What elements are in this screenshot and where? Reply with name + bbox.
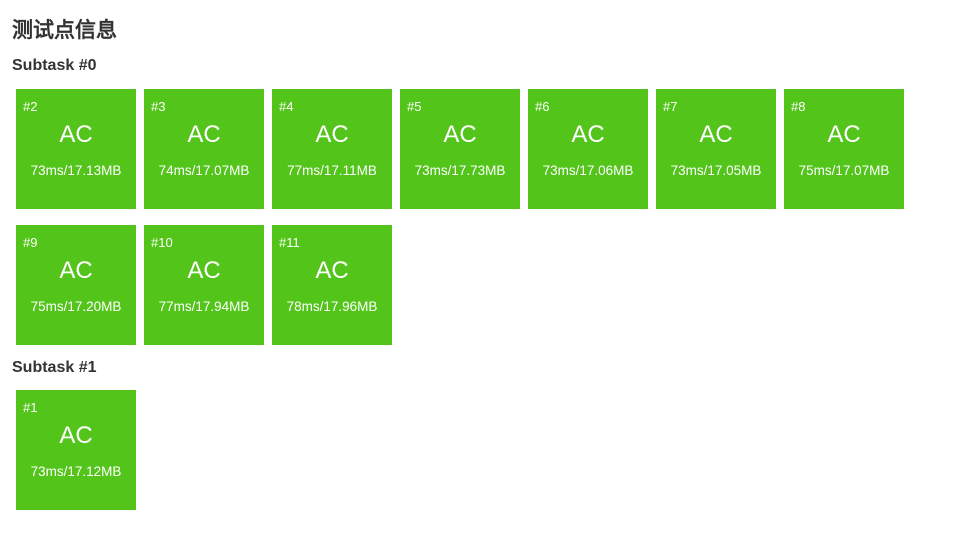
test-case-status: AC bbox=[59, 121, 93, 148]
test-case-id: #2 bbox=[23, 99, 38, 114]
test-case-stats: 75ms/17.20MB bbox=[30, 299, 122, 314]
test-case-tile[interactable]: #6 AC 73ms/17.06MB bbox=[528, 89, 648, 209]
test-case-stats: 73ms/17.13MB bbox=[30, 163, 122, 178]
test-case-status: AC bbox=[59, 422, 93, 449]
test-case-stats: 74ms/17.07MB bbox=[158, 163, 250, 178]
test-case-status: AC bbox=[187, 257, 221, 284]
test-case-status: AC bbox=[187, 121, 221, 148]
test-case-tile[interactable]: #7 AC 73ms/17.05MB bbox=[656, 89, 776, 209]
subtask-0-heading: Subtask #0 bbox=[12, 57, 97, 74]
subtask-1-heading: Subtask #1 bbox=[12, 359, 97, 376]
test-case-stats: 77ms/17.94MB bbox=[158, 299, 250, 314]
test-case-id: #7 bbox=[663, 99, 678, 114]
test-case-id: #4 bbox=[279, 99, 294, 114]
test-case-tile[interactable]: #1 AC 73ms/17.12MB bbox=[16, 390, 136, 510]
test-case-stats: 73ms/17.05MB bbox=[670, 163, 762, 178]
test-case-stats: 73ms/17.12MB bbox=[30, 464, 122, 479]
test-case-id: #5 bbox=[407, 99, 422, 114]
test-case-id: #10 bbox=[151, 235, 173, 250]
test-case-status: AC bbox=[827, 121, 861, 148]
test-case-stats: 78ms/17.96MB bbox=[286, 299, 378, 314]
test-case-id: #8 bbox=[791, 99, 806, 114]
test-case-id: #3 bbox=[151, 99, 166, 114]
test-case-stats: 73ms/17.73MB bbox=[414, 163, 506, 178]
test-case-status: AC bbox=[315, 121, 349, 148]
test-case-stats: 73ms/17.06MB bbox=[542, 163, 634, 178]
page-title: 测试点信息 bbox=[12, 19, 117, 42]
test-case-id: #11 bbox=[279, 235, 300, 250]
test-case-tile[interactable]: #4 AC 77ms/17.11MB bbox=[272, 89, 392, 209]
test-case-status: AC bbox=[571, 121, 605, 148]
test-case-tile[interactable]: #11 AC 78ms/17.96MB bbox=[272, 225, 392, 345]
test-case-tile[interactable]: #3 AC 74ms/17.07MB bbox=[144, 89, 264, 209]
test-case-id: #9 bbox=[23, 235, 38, 250]
test-case-id: #1 bbox=[23, 400, 38, 415]
test-case-tile[interactable]: #2 AC 73ms/17.13MB bbox=[16, 89, 136, 209]
subtask-0-grid: #2 AC 73ms/17.13MB #3 AC 74ms/17.07MB #4… bbox=[16, 89, 936, 209]
test-case-status: AC bbox=[315, 257, 349, 284]
subtask-0-grid-row-2: #9 AC 75ms/17.20MB #10 AC 77ms/17.94MB #… bbox=[16, 225, 936, 345]
subtask-1-grid: #1 AC 73ms/17.12MB bbox=[16, 390, 936, 510]
test-case-status: AC bbox=[699, 121, 733, 148]
test-case-id: #6 bbox=[535, 99, 550, 114]
test-case-tile[interactable]: #9 AC 75ms/17.20MB bbox=[16, 225, 136, 345]
test-case-status: AC bbox=[443, 121, 477, 148]
test-case-stats: 77ms/17.11MB bbox=[287, 163, 377, 178]
test-case-status: AC bbox=[59, 257, 93, 284]
test-case-tile[interactable]: #8 AC 75ms/17.07MB bbox=[784, 89, 904, 209]
test-case-tile[interactable]: #5 AC 73ms/17.73MB bbox=[400, 89, 520, 209]
test-case-tile[interactable]: #10 AC 77ms/17.94MB bbox=[144, 225, 264, 345]
test-case-stats: 75ms/17.07MB bbox=[798, 163, 890, 178]
